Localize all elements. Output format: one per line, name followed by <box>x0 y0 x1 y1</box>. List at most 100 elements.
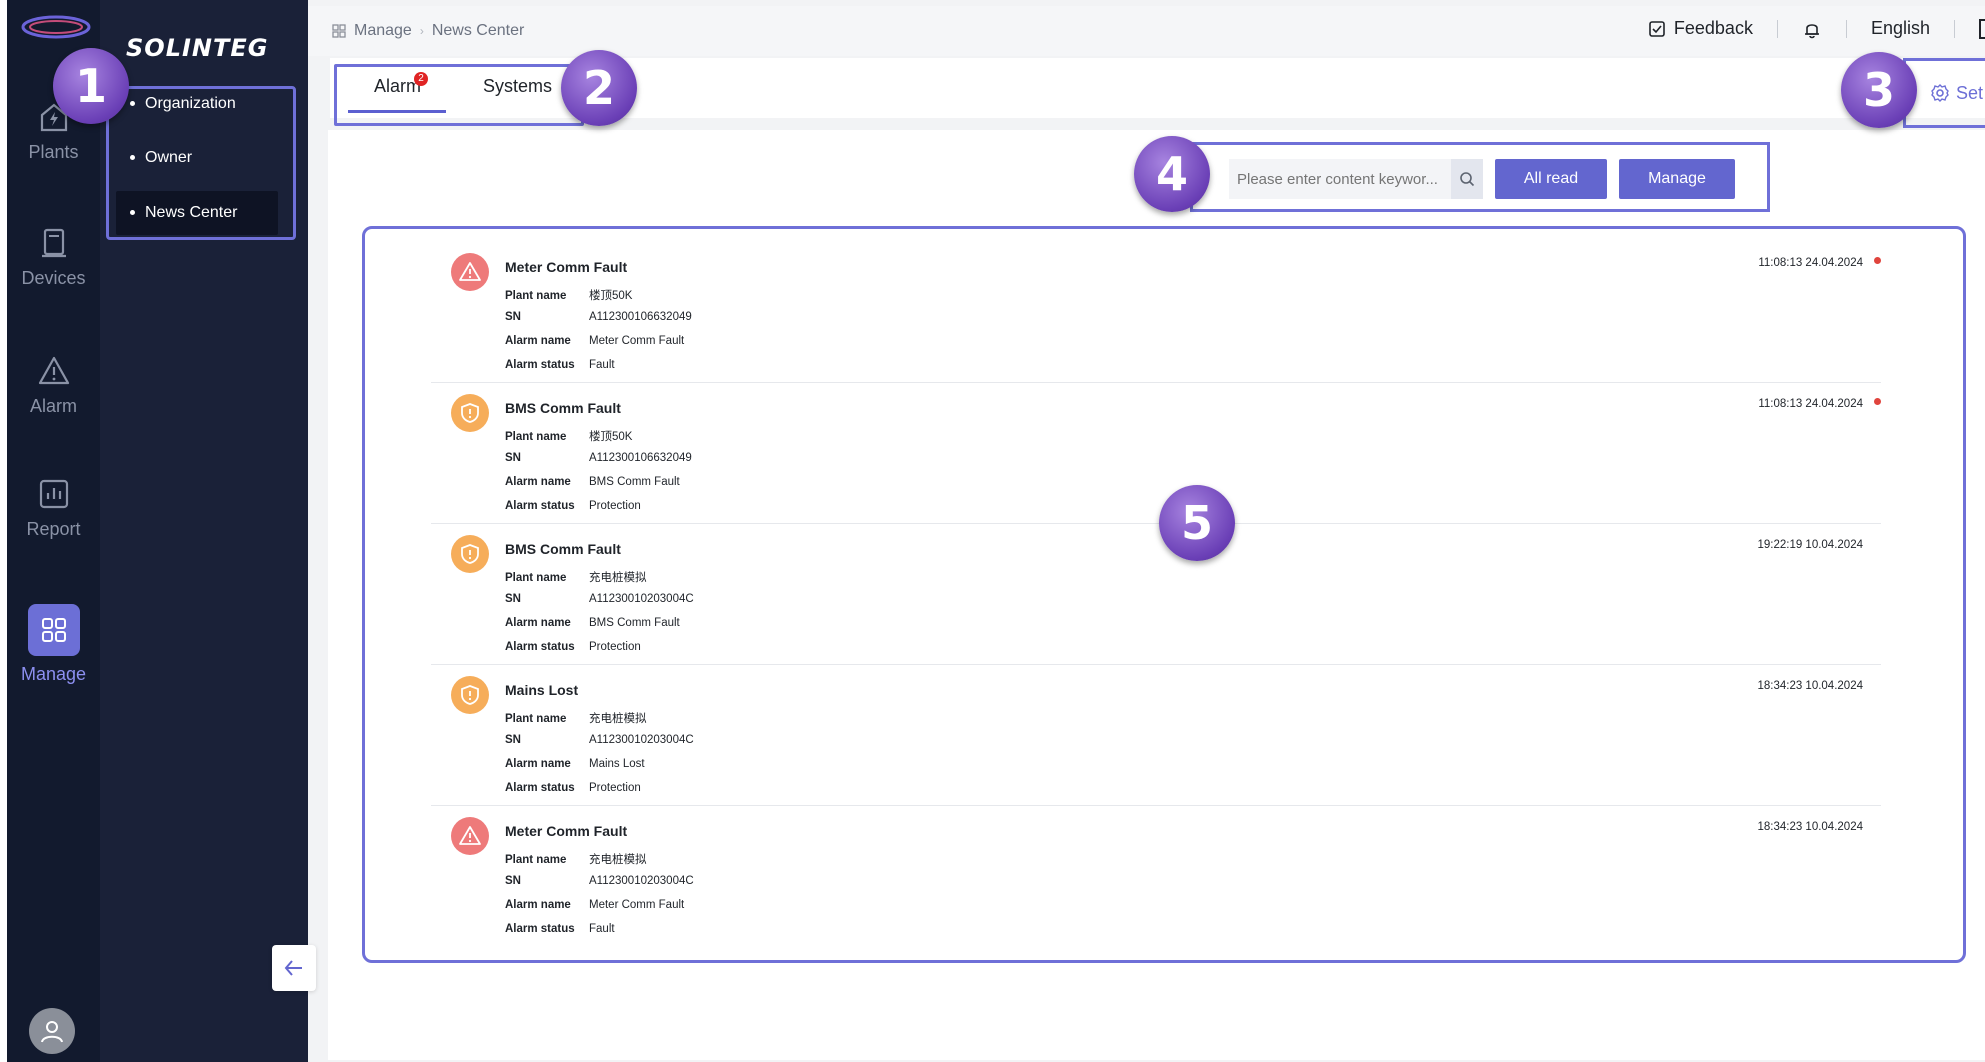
field-label: Plant name <box>505 431 567 443</box>
field-value: Fault <box>589 923 615 935</box>
grid-icon <box>332 24 346 38</box>
unread-dot-icon <box>1874 257 1881 264</box>
collapse-sidebar-button[interactable] <box>272 945 316 991</box>
field-label: Alarm status <box>505 641 575 653</box>
field-value: Protection <box>589 500 641 512</box>
field-value: Meter Comm Fault <box>589 335 685 347</box>
alarm-message-item[interactable]: Mains Lost Plant name 充电桩模拟 SN A112300102030… <box>431 666 1881 806</box>
alarm-title: Mains Lost <box>505 682 579 698</box>
alarm-title: Meter Comm Fault <box>505 823 628 839</box>
alarm-message-item[interactable]: BMS Comm Fault Plant name 楼顶50K SN A11230010… <box>431 384 1881 524</box>
rail-item-alarm[interactable]: Alarm <box>7 354 100 417</box>
rail-item-manage[interactable]: Manage <box>7 604 100 685</box>
annotation-marker-3: 3 <box>1841 52 1917 128</box>
alarm-field-row: Alarm status Protection <box>505 782 641 794</box>
feedback-link[interactable]: Feedback <box>1674 18 1753 39</box>
fullscreen-icon[interactable] <box>1979 18 1985 39</box>
language-selector[interactable]: English <box>1871 18 1930 39</box>
manage-icon <box>27 604 80 656</box>
shield-alert-icon <box>451 676 489 714</box>
rail-item-label: Plants <box>28 142 79 162</box>
device-icon <box>41 228 66 258</box>
alarm-field-row: SN A112300106632049 <box>505 311 692 323</box>
subnav-item-label: Owner <box>145 149 193 166</box>
alarm-field-row: SN A11230010203004C <box>505 875 694 887</box>
alarm-timestamp: 18:34:23 10.04.2024 <box>1757 821 1863 833</box>
manage-button[interactable]: Manage <box>1619 159 1735 199</box>
field-value: A11230010203004C <box>589 875 694 887</box>
alarm-message-item[interactable]: Meter Comm Fault Plant name 楼顶50K SN A112300… <box>431 243 1881 383</box>
icon-rail: Plants Devices Alarm Report Manage <box>0 0 100 1062</box>
field-label: Plant name <box>505 713 567 725</box>
rail-item-label: Devices <box>21 268 86 288</box>
breadcrumb-current: News Center <box>431 22 525 39</box>
gear-icon <box>1931 84 1949 102</box>
alarm-timestamp: 19:22:19 10.04.2024 <box>1757 539 1863 551</box>
field-value: A11230010203004C <box>589 593 694 605</box>
bell-icon[interactable] <box>1802 19 1822 39</box>
unread-count-badge: 2 <box>414 72 428 86</box>
tab-alarm[interactable]: Alarm 2 <box>374 72 428 97</box>
subnav-item-owner[interactable]: Owner <box>116 136 278 180</box>
shield-alert-icon <box>451 394 489 432</box>
alarm-title: BMS Comm Fault <box>505 400 621 416</box>
subnav-item-label: News Center <box>145 204 238 221</box>
alarm-title: BMS Comm Fault <box>505 541 621 557</box>
tab-systems[interactable]: Systems <box>483 76 552 97</box>
search-button[interactable] <box>1451 159 1483 199</box>
field-label: SN <box>505 593 521 605</box>
field-value: Fault <box>589 359 615 371</box>
field-label: SN <box>505 311 521 323</box>
news-panel: All read Manage Meter Comm Fault Plant na… <box>328 130 1985 1060</box>
alarm-field-row: Alarm name Mains Lost <box>505 758 645 770</box>
field-value: Protection <box>589 782 641 794</box>
alarm-timestamp: 11:08:13 24.04.2024 <box>1758 398 1863 410</box>
feedback-icon <box>1649 20 1665 37</box>
field-value: BMS Comm Fault <box>589 476 680 488</box>
app-logo-icon <box>21 15 91 39</box>
subnav-item-news-center[interactable]: News Center <box>116 191 278 235</box>
divider <box>1954 19 1955 38</box>
rail-item-devices[interactable]: Devices <box>7 226 100 289</box>
search-input[interactable] <box>1229 159 1451 199</box>
subnav-item-organization[interactable]: Organization <box>116 82 278 126</box>
search-icon <box>1460 172 1475 187</box>
alarm-field-row: Alarm status Fault <box>505 923 615 935</box>
rail-item-report[interactable]: Report <box>7 477 100 540</box>
bullet-icon <box>130 155 135 161</box>
arrow-left-icon <box>284 960 302 976</box>
user-icon <box>41 1021 63 1043</box>
alarm-field-row: Alarm name Meter Comm Fault <box>505 335 684 347</box>
field-value: Meter Comm Fault <box>589 899 685 911</box>
alarm-message-item[interactable]: Meter Comm Fault Plant name 充电桩模拟 SN A112300… <box>431 807 1881 947</box>
field-value: 充电桩模拟 <box>589 713 647 725</box>
field-label: Alarm name <box>505 758 571 770</box>
subnav-item-label: Organization <box>145 95 236 112</box>
alarm-field-row: Alarm name BMS Comm Fault <box>505 617 680 629</box>
rail-item-label: Report <box>26 519 81 539</box>
alarm-timestamp: 18:34:23 10.04.2024 <box>1757 680 1863 692</box>
breadcrumb: Manage › News Center <box>332 22 524 40</box>
user-avatar[interactable] <box>29 1008 75 1054</box>
top-right-actions: Feedback English <box>1648 18 1985 39</box>
rail-item-label: Manage <box>20 664 87 684</box>
alarm-field-row: Alarm name BMS Comm Fault <box>505 476 680 488</box>
field-label: SN <box>505 452 521 464</box>
alarm-field-row: Alarm status Fault <box>505 359 615 371</box>
sub-sidebar: SOLINTEG Organization Owner News Center <box>100 0 308 1062</box>
annotation-marker-1: 1 <box>53 48 129 124</box>
all-read-button[interactable]: All read <box>1495 159 1607 199</box>
alarm-message-item[interactable]: BMS Comm Fault Plant name 充电桩模拟 SN A11230010… <box>431 525 1881 665</box>
unread-dot-icon <box>1874 398 1881 405</box>
alarm-field-row: SN A11230010203004C <box>505 593 694 605</box>
alarm-field-row: Plant name 充电桩模拟 <box>505 710 647 726</box>
tab-label: Systems <box>483 76 553 96</box>
settings-label: Set <box>1956 82 1984 103</box>
field-label: Plant name <box>505 290 567 302</box>
field-value: A112300106632049 <box>589 452 692 464</box>
field-value: 充电桩模拟 <box>589 854 647 866</box>
breadcrumb-root[interactable]: Manage <box>354 22 412 40</box>
bullet-icon <box>130 101 135 107</box>
field-label: Alarm name <box>505 617 571 629</box>
field-label: Alarm status <box>505 923 575 935</box>
